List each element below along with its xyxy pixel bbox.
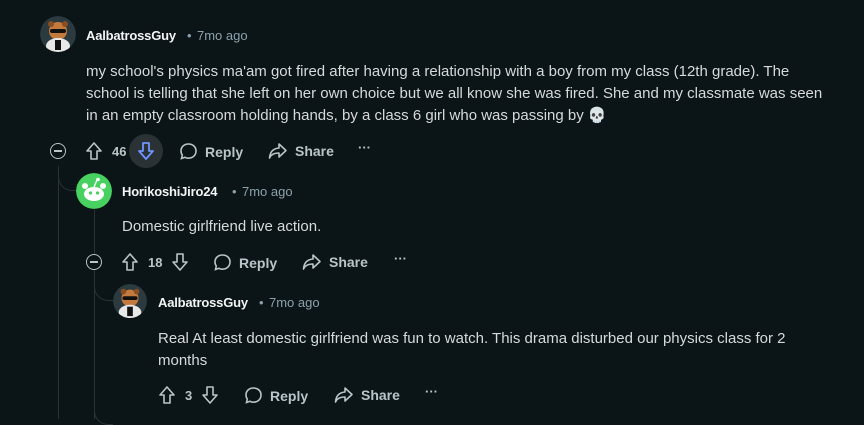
share-label: Share — [329, 254, 368, 270]
meta-separator: • — [259, 295, 264, 310]
vote-count: 3 — [185, 388, 193, 403]
avatar[interactable] — [113, 284, 147, 318]
comment-body-line: my school's physics ma'am got fired afte… — [86, 63, 790, 80]
meta-separator: • — [187, 28, 192, 43]
more-icon: ··· — [358, 140, 371, 155]
more-icon: ··· — [394, 251, 407, 266]
avatar[interactable] — [40, 16, 76, 52]
collapse-thread-button[interactable] — [86, 254, 102, 270]
reply-button[interactable]: Reply — [213, 253, 277, 272]
reply-button[interactable]: Reply — [244, 386, 308, 405]
thread-curve-next — [94, 400, 113, 425]
share-button[interactable]: Share — [302, 253, 368, 271]
comment-body-line: months — [158, 352, 208, 369]
share-icon — [268, 143, 287, 159]
comment-body: my school's physics ma'am got fired afte… — [86, 61, 856, 127]
thread-curve-reply2 — [94, 276, 113, 301]
comment-icon — [180, 143, 197, 160]
share-label: Share — [361, 387, 400, 403]
more-options-button[interactable]: ··· — [425, 384, 438, 399]
comment-author[interactable]: AalbatrossGuy — [86, 28, 176, 43]
comment-body: Domestic girlfriend live action. — [122, 216, 852, 238]
more-icon: ··· — [425, 384, 438, 399]
comment-author[interactable]: HorikoshiJiro24 — [122, 184, 217, 199]
upvote-icon[interactable] — [121, 252, 139, 272]
upvote-icon[interactable] — [85, 141, 103, 161]
comment-body-line: in an empty classroom holding hands, by … — [86, 107, 607, 124]
more-options-button[interactable]: ··· — [394, 251, 407, 266]
more-options-button[interactable]: ··· — [358, 140, 371, 155]
upvote-icon[interactable] — [158, 385, 176, 405]
meta-separator: • — [232, 184, 237, 199]
thread-line-reply1 — [94, 210, 95, 255]
comment-timestamp[interactable]: 7mo ago — [269, 295, 320, 310]
comment-body-line: Domestic girlfriend live action. — [122, 218, 322, 235]
vote-count: 46 — [112, 144, 127, 159]
share-icon — [302, 254, 321, 270]
comment-icon — [245, 387, 262, 404]
comment-timestamp[interactable]: 7mo ago — [242, 184, 293, 199]
thread-curve-reply1 — [58, 166, 77, 191]
downvote-icon[interactable] — [201, 385, 219, 405]
reply-label: Reply — [205, 143, 244, 160]
comment-body: Real At least domestic girlfriend was fu… — [158, 328, 848, 372]
reply-label: Reply — [270, 387, 309, 404]
share-button[interactable]: Share — [334, 386, 400, 404]
avatar[interactable] — [76, 173, 112, 209]
reply-button[interactable]: Reply — [179, 142, 243, 161]
comment-body-line: school is telling that she left on her o… — [86, 85, 823, 102]
comment-author[interactable]: AalbatrossGuy — [158, 295, 248, 310]
vote-count: 18 — [148, 255, 163, 270]
thread-line-root — [58, 170, 59, 419]
share-label: Share — [295, 143, 334, 159]
share-button[interactable]: Share — [268, 142, 334, 160]
collapse-thread-button[interactable] — [50, 143, 66, 159]
reply-label: Reply — [239, 254, 278, 271]
downvote-icon[interactable] — [137, 141, 155, 161]
comment-body-line: Real At least domestic girlfriend was fu… — [158, 330, 786, 347]
comment-icon — [214, 254, 231, 271]
comment-timestamp[interactable]: 7mo ago — [197, 28, 248, 43]
downvote-icon[interactable] — [171, 252, 189, 272]
share-icon — [334, 387, 353, 403]
